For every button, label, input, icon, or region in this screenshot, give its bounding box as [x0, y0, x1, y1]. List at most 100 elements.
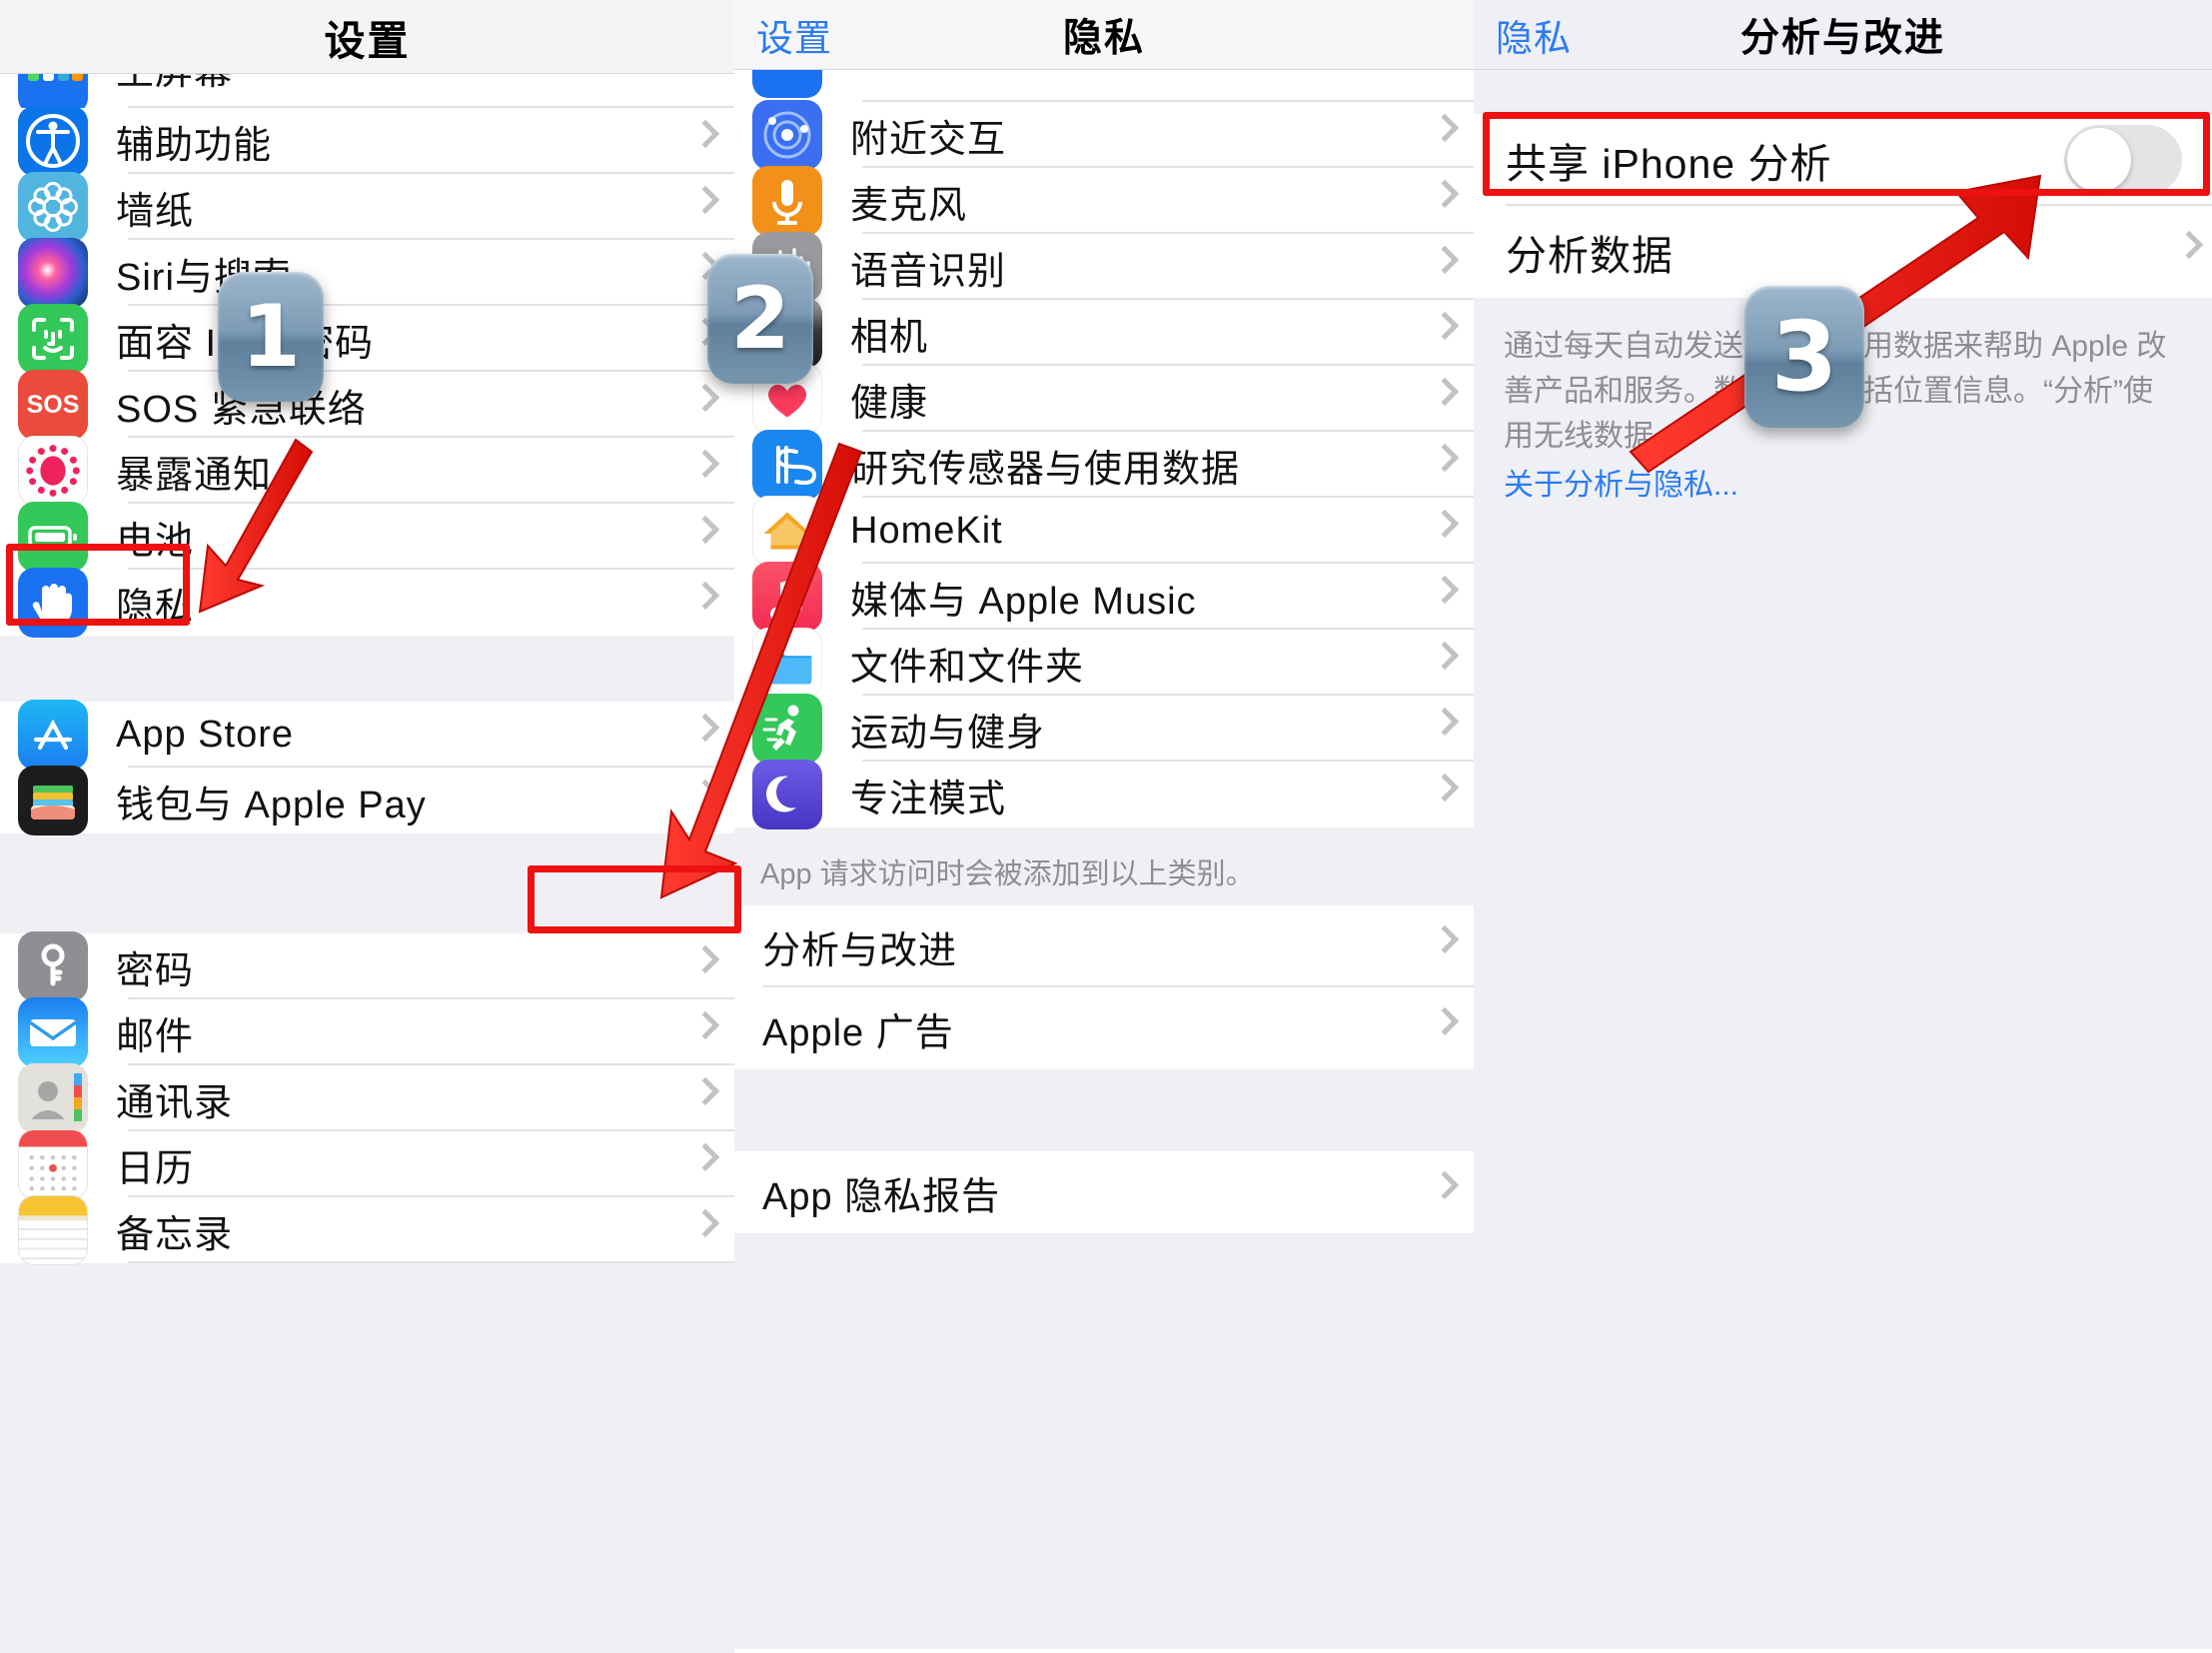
settings-row-privacy[interactable]: 隐私	[0, 568, 734, 638]
share-iphone-analytics-toggle[interactable]	[2064, 125, 2182, 195]
settings-row-battery-label: 电池	[116, 520, 195, 563]
chevron-right-icon	[690, 713, 720, 743]
settings-list[interactable]: 主屏幕 辅助功能 墙纸	[0, 74, 734, 1653]
analytics-row-analytics-data[interactable]: 分析数据	[1474, 206, 2212, 298]
privacy-row-files-label: 文件和文件夹	[850, 646, 1085, 689]
chevron-right-icon	[690, 119, 720, 149]
privacy-row-media[interactable]: 媒体与 Apple Music	[734, 562, 1474, 632]
settings-row-exposure-label: 暴露通知	[116, 454, 273, 497]
settings-row-mail-label: 邮件	[116, 1015, 195, 1058]
chevron-right-icon	[1430, 113, 1460, 143]
privacy-title: 隐私	[1062, 16, 1145, 60]
fitness-run-icon	[752, 694, 822, 764]
chevron-right-icon	[690, 1208, 720, 1238]
chevron-right-icon	[690, 251, 720, 281]
privacy-row-camera[interactable]: 相机	[734, 298, 1474, 368]
settings-group-1: 辅助功能 墙纸 Siri与搜索 面容 ID 与密码 SOS SOS 紧急联络 暴…	[0, 106, 734, 638]
settings-gap-1	[0, 636, 734, 702]
settings-row-passwords-label: 密码	[116, 949, 195, 992]
privacy-partial-group	[734, 70, 1474, 102]
privacy-row-research[interactable]: 研究传感器与使用数据	[734, 430, 1474, 500]
analytics-row-share-iphone-label: 共享 iPhone 分析	[1506, 141, 1832, 187]
privacy-row-speech[interactable]: 语音识别	[734, 232, 1474, 302]
analytics-row-share-iphone[interactable]: 共享 iPhone 分析	[1474, 114, 2212, 206]
privacy-row-homekit[interactable]: HomeKit	[734, 496, 1474, 566]
homescreen-icon	[18, 74, 88, 108]
contacts-icon	[18, 1063, 88, 1133]
settings-row-contacts-label: 通讯录	[116, 1081, 234, 1124]
privacy-hand-icon	[18, 568, 88, 638]
chevron-right-icon	[1430, 575, 1460, 605]
settings-row-wallet[interactable]: 钱包与 Apple Pay	[0, 766, 734, 835]
calendar-icon	[18, 1129, 88, 1199]
privacy-back-button[interactable]: 设置	[756, 8, 832, 62]
analytics-back-button[interactable]: 隐私	[1496, 8, 1572, 62]
settings-row-mail[interactable]: 邮件	[0, 997, 734, 1067]
appstore-icon	[18, 700, 88, 770]
focus-moon-icon	[752, 760, 822, 829]
analytics-privacy-link[interactable]: 关于分析与隐私...	[1504, 463, 2182, 508]
settings-panel: 设置 主屏幕 辅助功能	[0, 0, 734, 1653]
settings-title: 设置	[324, 17, 411, 64]
chevron-right-icon	[690, 944, 720, 974]
privacy-row-partial[interactable]	[734, 70, 1474, 102]
chevron-right-icon	[690, 1142, 720, 1172]
wallet-icon	[18, 766, 88, 835]
analytics-body: 共享 iPhone 分析 分析数据 通过每天自动发送诊断和使用数据来帮助 App…	[1474, 70, 2212, 1649]
settings-row-passwords[interactable]: 密码	[0, 931, 734, 1001]
toggle-knob	[2067, 128, 2131, 192]
settings-row-wallpaper[interactable]: 墙纸	[0, 172, 734, 242]
settings-row-siri[interactable]: Siri与搜索	[0, 238, 734, 308]
settings-row-notes[interactable]: 备忘录	[0, 1195, 734, 1265]
settings-row-privacy-label: 隐私	[116, 586, 195, 629]
privacy-row-apple-ads-label: Apple 广告	[762, 1011, 954, 1054]
bluetooth-icon	[752, 70, 822, 98]
settings-row-exposure[interactable]: 暴露通知	[0, 436, 734, 506]
privacy-list[interactable]: 附近交互 麦克风 语音识别 相机 健康 研究传感器与使用数据 HomeKit 媒…	[734, 70, 1474, 1649]
settings-row-appstore[interactable]: App Store	[0, 700, 734, 770]
chevron-right-icon	[1430, 1170, 1460, 1200]
settings-navbar: 设置	[0, 0, 734, 74]
privacy-row-fitness-label: 运动与健身	[850, 712, 1046, 755]
privacy-row-focus[interactable]: 专注模式	[734, 760, 1474, 829]
settings-row-contacts[interactable]: 通讯录	[0, 1063, 734, 1133]
privacy-row-homekit-label: HomeKit	[850, 509, 1003, 552]
privacy-row-analytics[interactable]: 分析与改进	[734, 905, 1474, 988]
privacy-row-fitness[interactable]: 运动与健身	[734, 694, 1474, 764]
privacy-row-nearby[interactable]: 附近交互	[734, 100, 1474, 170]
analytics-navbar: 隐私 分析与改进	[1474, 0, 2212, 70]
analytics-title: 分析与改进	[1739, 16, 1945, 60]
privacy-row-health[interactable]: 健康	[734, 364, 1474, 434]
settings-row-siri-label: Siri与搜索	[116, 256, 292, 299]
privacy-row-app-report-label: App 隐私报告	[762, 1175, 1001, 1218]
chevron-right-icon	[1430, 509, 1460, 539]
privacy-row-speech-label: 语音识别	[850, 250, 1007, 293]
settings-gap-2	[0, 833, 734, 933]
privacy-row-research-label: 研究传感器与使用数据	[850, 448, 1241, 491]
privacy-row-camera-label: 相机	[850, 316, 929, 359]
analytics-top-gap	[1474, 70, 2212, 114]
analytics-card: 共享 iPhone 分析 分析数据	[1474, 114, 2212, 298]
settings-row-appstore-label: App Store	[116, 713, 294, 756]
privacy-row-microphone-label: 麦克风	[850, 184, 968, 227]
privacy-row-apple-ads[interactable]: Apple 广告	[734, 987, 1474, 1070]
chevron-right-icon	[1430, 707, 1460, 737]
settings-row-battery[interactable]: 电池	[0, 502, 734, 572]
settings-row-faceid-label: 面容 ID 与密码	[116, 322, 375, 365]
chevron-right-icon	[1430, 1006, 1460, 1036]
settings-group-2: App Store 钱包与 Apple Pay	[0, 700, 734, 835]
settings-row-homescreen[interactable]: 主屏幕	[0, 74, 734, 108]
privacy-row-analytics-label: 分析与改进	[762, 929, 958, 972]
settings-row-sos[interactable]: SOS SOS 紧急联络	[0, 370, 734, 440]
privacy-row-microphone[interactable]: 麦克风	[734, 166, 1474, 236]
settings-row-faceid[interactable]: 面容 ID 与密码	[0, 304, 734, 374]
privacy-row-nearby-label: 附近交互	[850, 118, 1007, 161]
privacy-row-files[interactable]: 文件和文件夹	[734, 628, 1474, 698]
chevron-right-icon	[1430, 924, 1460, 954]
settings-group-3: 密码 邮件 通讯录 日历 备忘录	[0, 931, 734, 1265]
chevron-right-icon	[1430, 773, 1460, 803]
privacy-row-app-report[interactable]: App 隐私报告	[734, 1151, 1474, 1234]
settings-row-calendar[interactable]: 日历	[0, 1129, 734, 1199]
passwords-key-icon	[18, 931, 88, 1001]
settings-row-accessibility[interactable]: 辅助功能	[0, 106, 734, 176]
